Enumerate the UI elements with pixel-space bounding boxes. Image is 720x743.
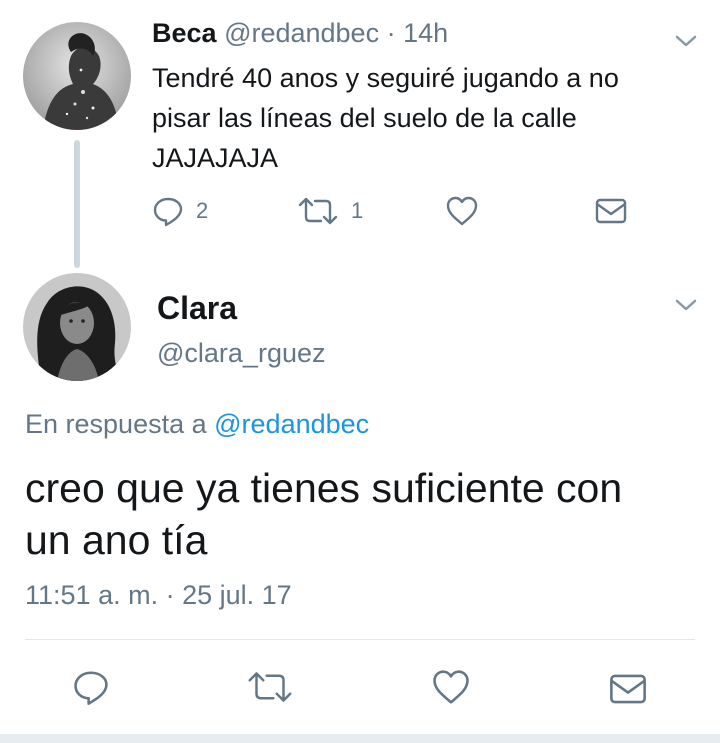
reply-count: 2 [196, 198, 209, 223]
retweet-count: 1 [351, 198, 364, 223]
avatar-clara[interactable] [23, 273, 131, 381]
chevron-down-icon[interactable] [673, 32, 699, 50]
like-button[interactable] [445, 193, 479, 229]
avatar-beca[interactable] [23, 22, 131, 130]
direct-message-button[interactable] [595, 193, 627, 229]
direct-message-icon [595, 198, 627, 224]
like-icon [433, 670, 469, 704]
main-author-handle[interactable]: @clara_rguez [157, 338, 326, 369]
main-tweet-text: creo que ya tienes suficiente con un ano… [25, 462, 685, 566]
retweet-icon [248, 672, 292, 702]
retweet-icon [298, 197, 338, 225]
direct-message-icon [610, 674, 646, 704]
reply-author-handle[interactable]: @redandbec [224, 18, 379, 48]
retweet-button[interactable] [246, 669, 294, 705]
bottom-border [0, 734, 720, 743]
chevron-down-icon[interactable] [673, 296, 699, 314]
in-reply-prefix: En respuesta a [25, 409, 207, 439]
main-author-name[interactable]: Clara [157, 290, 237, 327]
reply-text-line: pisar las líneas del suelo de la calle [152, 103, 577, 133]
reply-separator: · [386, 18, 396, 48]
main-text-line: creo que ya tienes suficiente con [25, 465, 623, 511]
reply-text-line: Tendré 40 anos y seguiré jugando a no [152, 63, 619, 93]
reply-tweet-actions: 2 1 [152, 193, 632, 229]
reply-icon [74, 671, 108, 705]
main-tweet-actions [0, 665, 720, 711]
thread-connector-line [74, 140, 80, 268]
reply-author-name[interactable]: Beca [152, 18, 217, 48]
like-icon [446, 196, 478, 226]
retweet-button[interactable]: 1 [297, 193, 363, 229]
main-text-line: un ano tía [25, 517, 208, 563]
reply-icon [153, 197, 183, 227]
reply-tweet-text: Tendré 40 anos y seguiré jugando a no pi… [152, 58, 672, 178]
reply-button[interactable]: 2 [152, 193, 208, 229]
reply-tweet-header: Beca @redandbec · 14h [152, 18, 448, 49]
reply-time-ago[interactable]: 14h [403, 18, 448, 48]
in-reply-to: En respuesta a @redandbec [25, 409, 369, 440]
direct-message-button[interactable] [609, 671, 647, 707]
reply-button[interactable] [72, 669, 110, 705]
tweet-timestamp[interactable]: 11:51 a. m. · 25 jul. 17 [25, 580, 292, 611]
like-button[interactable] [431, 669, 471, 705]
divider [25, 639, 695, 640]
in-reply-handle-link[interactable]: @redandbec [214, 409, 369, 439]
reply-text-line: JAJAJAJA [152, 143, 279, 173]
